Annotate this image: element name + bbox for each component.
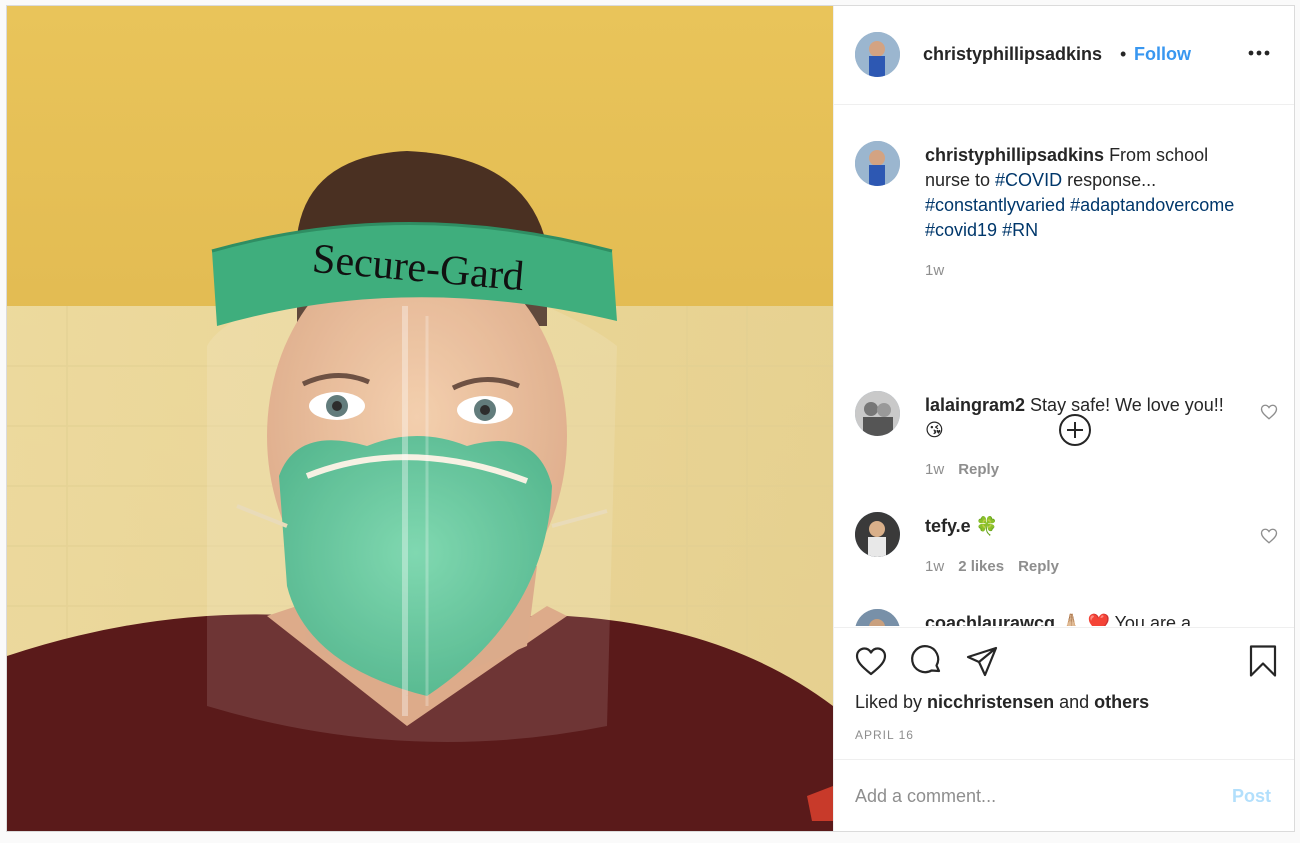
post-header: christyphillipsadkins • Follow: [834, 6, 1294, 105]
heart-icon[interactable]: [1260, 403, 1278, 421]
post-date[interactable]: APRIL 16: [855, 728, 914, 742]
comment-username[interactable]: lalaingram2: [925, 395, 1025, 415]
comment-body: 🙏🏼 ❤️ You are a: [1055, 613, 1191, 626]
bookmark-icon[interactable]: [1246, 644, 1280, 678]
post-photo[interactable]: Secure-Gard: [7, 6, 833, 831]
comment-time[interactable]: 1w: [925, 558, 944, 575]
comment-likes[interactable]: 2 likes: [958, 558, 1004, 575]
add-comment-input[interactable]: [855, 782, 1195, 810]
post-actions: Liked by nicchristensen and others APRIL…: [834, 627, 1294, 759]
liked-by-prefix: Liked by: [855, 692, 928, 712]
avatar-image: [855, 391, 900, 436]
reply-button[interactable]: Reply: [958, 461, 999, 478]
caption-time[interactable]: 1w: [925, 262, 944, 279]
comment-text: tefy.e 🍀: [925, 514, 1245, 539]
avatar-image: [855, 512, 900, 557]
comment-list[interactable]: christyphillipsadkins From school nurse …: [834, 106, 1294, 626]
liked-by-and: and: [1054, 692, 1095, 712]
heart-icon[interactable]: [854, 644, 888, 678]
avatar-image: [855, 32, 900, 77]
follow-button[interactable]: Follow: [1134, 44, 1191, 65]
comment-meta: 1w 2 likes Reply: [925, 558, 1073, 575]
add-comment-bar: Post: [834, 759, 1294, 831]
hashtag-link[interactable]: #constantlyvaried: [925, 195, 1065, 215]
caption-username[interactable]: christyphillipsadkins: [925, 145, 1104, 165]
liked-by-summary: Liked by nicchristensen and others: [855, 692, 1149, 713]
hashtag-link[interactable]: #covid19: [925, 220, 997, 240]
liked-by-user[interactable]: nicchristensen: [927, 692, 1054, 712]
commenter-avatar[interactable]: [855, 609, 900, 626]
caption-meta: 1w: [925, 262, 958, 279]
caption-text: christyphillipsadkins From school nurse …: [925, 143, 1245, 243]
author-avatar[interactable]: [855, 32, 900, 77]
reply-button[interactable]: Reply: [1018, 558, 1059, 575]
comment-username[interactable]: tefy.e: [925, 516, 971, 536]
comment-body: 🍀: [970, 516, 999, 536]
comment-icon[interactable]: [910, 644, 944, 678]
comment-text: coachlaurawcg 🙏🏼 ❤️ You are a: [925, 611, 1245, 626]
author-username[interactable]: christyphillipsadkins: [923, 44, 1102, 65]
avatar-image: [855, 609, 900, 626]
comment-text: lalaingram2 Stay safe! We love you!! 😘: [925, 393, 1245, 443]
post-sidebar: christyphillipsadkins • Follow christyph…: [833, 6, 1294, 831]
hashtag-link[interactable]: #COVID: [995, 170, 1062, 190]
more-horizontal-icon[interactable]: [1246, 40, 1272, 66]
post-photo-image: Secure-Gard: [7, 6, 833, 831]
hashtag-link[interactable]: #RN: [1002, 220, 1038, 240]
hashtag-link[interactable]: #adaptandovercome: [1070, 195, 1234, 215]
caption-avatar[interactable]: [855, 141, 900, 186]
comment-username[interactable]: coachlaurawcg: [925, 613, 1055, 626]
comment-time[interactable]: 1w: [925, 461, 944, 478]
heart-icon[interactable]: [1260, 527, 1278, 545]
instagram-post: Secure-Gard christyphillipsadkins • Foll…: [6, 5, 1295, 832]
liked-by-others[interactable]: others: [1094, 692, 1149, 712]
post-comment-button[interactable]: Post: [1232, 786, 1271, 807]
separator-dot: •: [1120, 44, 1127, 64]
commenter-avatar[interactable]: [855, 391, 900, 436]
avatar-image: [855, 141, 900, 186]
share-icon[interactable]: [965, 644, 999, 678]
commenter-avatar[interactable]: [855, 512, 900, 557]
comment-meta: 1w Reply: [925, 461, 1013, 478]
caption-text-part: response...: [1062, 170, 1157, 190]
